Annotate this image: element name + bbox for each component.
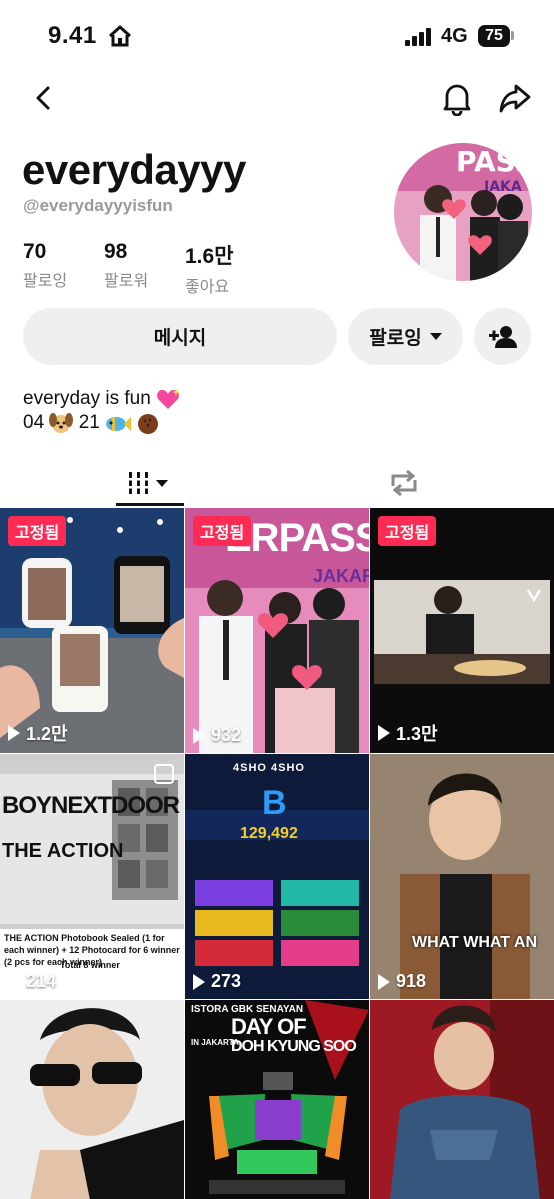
signal-icon xyxy=(405,28,431,46)
video-overlay-city: IN JAKARTA xyxy=(191,1038,239,1047)
video-9-image xyxy=(370,1000,554,1199)
video-overlay-title: DAY OF xyxy=(231,1014,307,1039)
play-icon xyxy=(193,727,205,744)
video-overlay-caption: WHAT WHAT AN xyxy=(412,934,537,951)
video-caption-2: Total 8 winner xyxy=(60,960,120,970)
video-6-image xyxy=(370,754,554,999)
stat-following[interactable]: 70 팔로잉 xyxy=(23,240,67,291)
share-icon[interactable] xyxy=(498,80,532,116)
video-overlay-title: 4SHO 4SHO xyxy=(233,762,305,774)
view-count-value: 932 xyxy=(211,725,242,745)
battery-tip xyxy=(511,31,514,40)
fish-icon xyxy=(106,416,132,431)
following-button[interactable]: 팔로잉 xyxy=(348,308,463,365)
home-icon xyxy=(108,25,132,47)
stat-following-label: 팔로잉 xyxy=(23,273,68,290)
status-bar: 9.41 4G 75 xyxy=(0,0,554,72)
status-time: 9.41 xyxy=(48,22,97,49)
coconut-icon xyxy=(138,413,159,434)
profile-handle: @everydayyyisfun xyxy=(23,196,173,215)
view-count-value: 1.2만 xyxy=(26,724,68,744)
video-overlay-title: BOYNEXTDOOR xyxy=(2,792,180,819)
bell-icon[interactable] xyxy=(440,80,474,116)
profile-username: everydayyy xyxy=(22,146,246,193)
repost-icon xyxy=(391,469,417,497)
play-icon xyxy=(8,725,20,741)
view-count-value: 1.3만 xyxy=(396,724,438,744)
message-button[interactable]: 메시지 xyxy=(23,308,337,365)
profile-avatar[interactable]: PASS JAKA xyxy=(394,143,532,281)
video-thumbnail[interactable]: ISTORA GBK SENAYAN DAY OF DOH KYUNG SOO … xyxy=(185,1000,369,1199)
play-icon xyxy=(8,973,20,990)
video-thumbnail[interactable]: WHAT WHAT AN 918 xyxy=(370,754,554,999)
stat-likes-value: 1.6만 xyxy=(185,245,234,268)
following-button-label: 팔로잉 xyxy=(369,328,422,349)
video-thumbnail[interactable]: 고정됨 1.2만 xyxy=(0,508,184,753)
view-count: 1.3만 xyxy=(378,720,438,746)
profile-bio: everyday is fun 04 21 xyxy=(23,387,181,435)
video-thumbnail[interactable]: BOYNEXTDOOR THE ACTION THE ACTION Photob… xyxy=(0,754,184,999)
bio-line-1: everyday is fun xyxy=(23,387,181,411)
play-icon xyxy=(193,973,205,990)
pinned-badge: 고정됨 xyxy=(193,516,252,546)
view-count-value: 273 xyxy=(211,971,242,991)
view-count: 273 xyxy=(193,971,241,992)
sparkling-heart-icon xyxy=(157,387,181,409)
svg-text:PASS: PASS xyxy=(456,145,532,178)
video-thumbnail[interactable]: 4SHO 4SHO B 129,492 273 xyxy=(185,754,369,999)
bio-year-1: 04 xyxy=(23,412,45,433)
bio-line-2: 04 21 xyxy=(23,411,180,435)
play-icon xyxy=(378,973,390,990)
multi-photo-icon xyxy=(154,764,174,784)
video-thumbnail[interactable]: ERPASS JAKARTA 고정됨 932 xyxy=(185,508,369,753)
network-type: 4G xyxy=(441,25,468,47)
add-friend-button[interactable] xyxy=(474,308,531,365)
play-icon xyxy=(378,725,390,741)
video-overlay-grade: B xyxy=(262,784,287,822)
bio-text: everyday is fun xyxy=(23,388,151,409)
stat-followers[interactable]: 98 팔로워 xyxy=(104,240,148,291)
view-count-value: 918 xyxy=(396,971,427,991)
video-thumbnail[interactable] xyxy=(370,1000,554,1199)
grid-view-icon xyxy=(127,472,168,494)
stat-following-value: 70 xyxy=(23,240,47,263)
view-count: 1.2만 xyxy=(8,720,68,746)
back-icon[interactable] xyxy=(26,80,62,116)
chevron-down-icon xyxy=(429,333,442,340)
stat-followers-value: 98 xyxy=(104,240,128,263)
add-user-icon xyxy=(488,325,517,348)
bio-year-2: 21 xyxy=(78,412,100,433)
video-7-image xyxy=(0,1000,184,1199)
view-count: 918 xyxy=(378,971,426,992)
view-count: 214 xyxy=(8,971,56,992)
stat-likes[interactable]: 1.6만 좋아요 xyxy=(185,240,234,297)
stat-followers-label: 팔로워 xyxy=(104,273,149,290)
video-thumbnail[interactable] xyxy=(0,1000,184,1199)
view-count-value: 214 xyxy=(26,971,57,991)
pinned-badge: 고정됨 xyxy=(378,516,437,546)
pinned-badge: 고정됨 xyxy=(8,516,67,546)
video-overlay-subtitle: JAKARTA xyxy=(313,566,369,586)
dog-face-icon xyxy=(49,412,74,433)
tab-active-indicator xyxy=(116,503,184,506)
view-count: 932 xyxy=(193,725,241,746)
stat-likes-label: 좋아요 xyxy=(185,279,230,296)
battery-icon: 75 xyxy=(478,25,510,47)
tab-videos[interactable] xyxy=(115,460,183,506)
avatar-photo: PASS JAKA xyxy=(394,143,532,281)
video-overlay-subtitle: DOH KYUNG SOO xyxy=(231,1038,357,1055)
video-overlay-subtitle: THE ACTION xyxy=(2,840,124,862)
video-overlay-score: 129,492 xyxy=(240,825,298,842)
tab-reposts[interactable] xyxy=(370,460,438,506)
video-thumbnail[interactable]: 고정됨 1.3만 xyxy=(370,508,554,753)
